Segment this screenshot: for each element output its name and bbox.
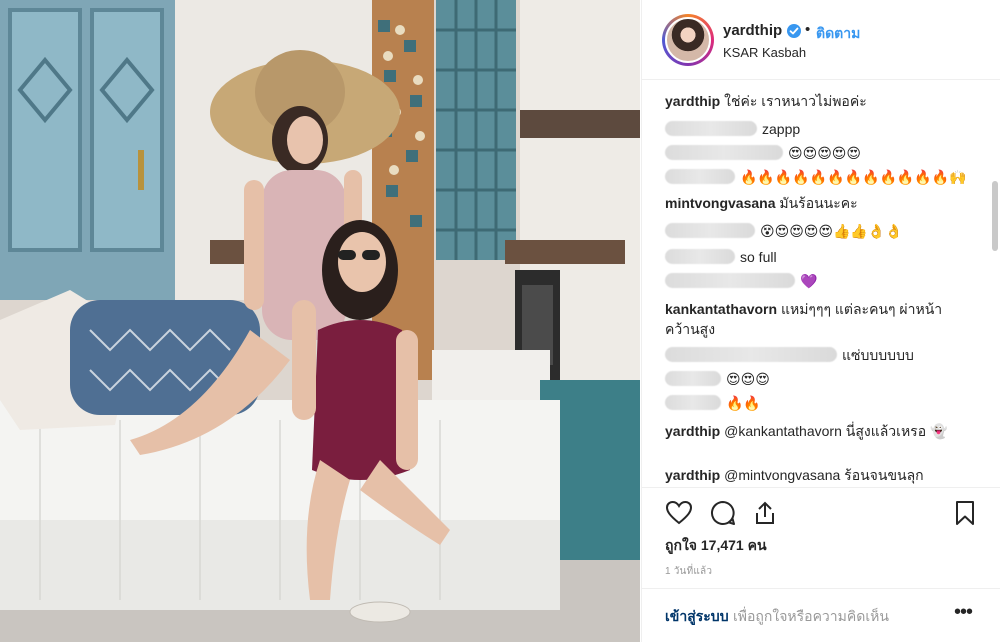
post-photo[interactable]	[0, 0, 640, 642]
post-location[interactable]: KSAR Kasbah	[723, 45, 806, 60]
blurred-username	[665, 169, 735, 184]
comment-text: so full	[740, 249, 777, 265]
comment-text: @mintvongvasana ร้อนจนขนลุก	[724, 467, 924, 483]
post-timestamp[interactable]: 1 วันที่แล้ว	[665, 564, 712, 579]
comment-item: 🔥🔥🔥🔥🔥🔥🔥🔥🔥🔥🔥🔥🙌	[665, 167, 975, 187]
blurred-username	[665, 145, 783, 160]
verified-badge-icon	[787, 24, 801, 38]
comments-scrollbar[interactable]	[992, 181, 998, 251]
post-username[interactable]: yardthip	[723, 22, 782, 39]
comment-item: 🔥🔥	[665, 393, 975, 413]
blurred-username	[665, 273, 795, 288]
blurred-username	[665, 223, 755, 238]
login-link[interactable]: เข้าสู่ระบบ	[665, 606, 729, 628]
comment-item: kankantathavorn แหม่ๆๆๆ แต่ละคนๆ ผ่าหน้า…	[665, 299, 975, 339]
comment-text: 💜	[800, 273, 818, 289]
comment-text: 😍😍😍😍😍	[788, 145, 861, 161]
comment-text: 😵😍😍😍😍👍👍👌👌	[760, 223, 903, 239]
comment-text: 🔥🔥🔥🔥🔥🔥🔥🔥🔥🔥🔥🔥🙌	[740, 169, 967, 185]
avatar-story-ring[interactable]	[662, 14, 714, 66]
comment-username[interactable]: mintvongvasana	[665, 195, 775, 211]
comment-icon[interactable]	[708, 498, 738, 528]
comment-item: mintvongvasana มันร้อนนะคะ	[665, 193, 975, 213]
comment-item: 😍😍😍😍😍	[665, 143, 975, 163]
blurred-username	[665, 249, 735, 264]
post-side-panel: yardthip • ติดตาม KSAR Kasbah yardthip ใ…	[641, 0, 1000, 642]
blurred-username	[665, 347, 837, 362]
bookmark-icon[interactable]	[950, 498, 980, 528]
photo-illustration	[0, 0, 640, 642]
share-icon[interactable]	[750, 498, 780, 528]
comment-username[interactable]: yardthip	[665, 467, 720, 483]
comments-list[interactable]: yardthip ใช่ค่ะ เราหนาวไม่พอค่ะ zappp 😍😍…	[642, 81, 1000, 487]
comment-item: 💜	[665, 271, 975, 291]
comment-text: มันร้อนนะคะ	[779, 195, 858, 211]
comment-username[interactable]: kankantathavorn	[665, 301, 777, 317]
comment-item: yardthip ใช่ค่ะ เราหนาวไม่พอค่ะ	[665, 91, 975, 111]
comment-item: so full	[665, 247, 975, 267]
comment-item: 😍😍😍	[665, 369, 975, 389]
comment-item: zappp	[665, 119, 975, 139]
comment-username[interactable]: yardthip	[665, 93, 720, 109]
header-separator-dot: •	[805, 21, 811, 38]
blurred-username	[665, 121, 757, 136]
add-comment-bar: เข้าสู่ระบบ เพื่อถูกใจหรือความคิดเห็น ••…	[642, 588, 1000, 642]
avatar[interactable]	[665, 17, 711, 63]
comment-text: zappp	[762, 121, 801, 137]
comment-text: ใช่ค่ะ เราหนาวไม่พอค่ะ	[724, 93, 867, 109]
heart-icon[interactable]	[664, 498, 694, 528]
follow-button[interactable]: ติดตาม	[816, 23, 860, 45]
comment-item: 😵😍😍😍😍👍👍👌👌	[665, 221, 975, 241]
more-options-icon[interactable]: •••	[954, 601, 973, 624]
comment-item: yardthip @mintvongvasana ร้อนจนขนลุก	[665, 465, 975, 485]
comment-text: แซ่บบบบบบ	[842, 347, 914, 363]
comment-username[interactable]: yardthip	[665, 423, 720, 439]
comment-text: 🔥🔥	[726, 395, 761, 411]
blurred-username	[665, 371, 721, 386]
likes-count[interactable]: ถูกใจ 17,471 คน	[665, 535, 767, 557]
comment-item: yardthip @kankantathavorn นี่สูงแล้วเหรอ…	[665, 421, 975, 441]
blurred-username	[665, 395, 721, 410]
login-prompt-text: เพื่อถูกใจหรือความคิดเห็น	[733, 608, 889, 624]
comment-item: แซ่บบบบบบ	[665, 345, 975, 365]
comment-text: 😍😍😍	[726, 371, 770, 387]
comment-text: @kankantathavorn นี่สูงแล้วเหรอ 👻	[724, 423, 948, 439]
post-header: yardthip • ติดตาม KSAR Kasbah	[642, 0, 1000, 80]
